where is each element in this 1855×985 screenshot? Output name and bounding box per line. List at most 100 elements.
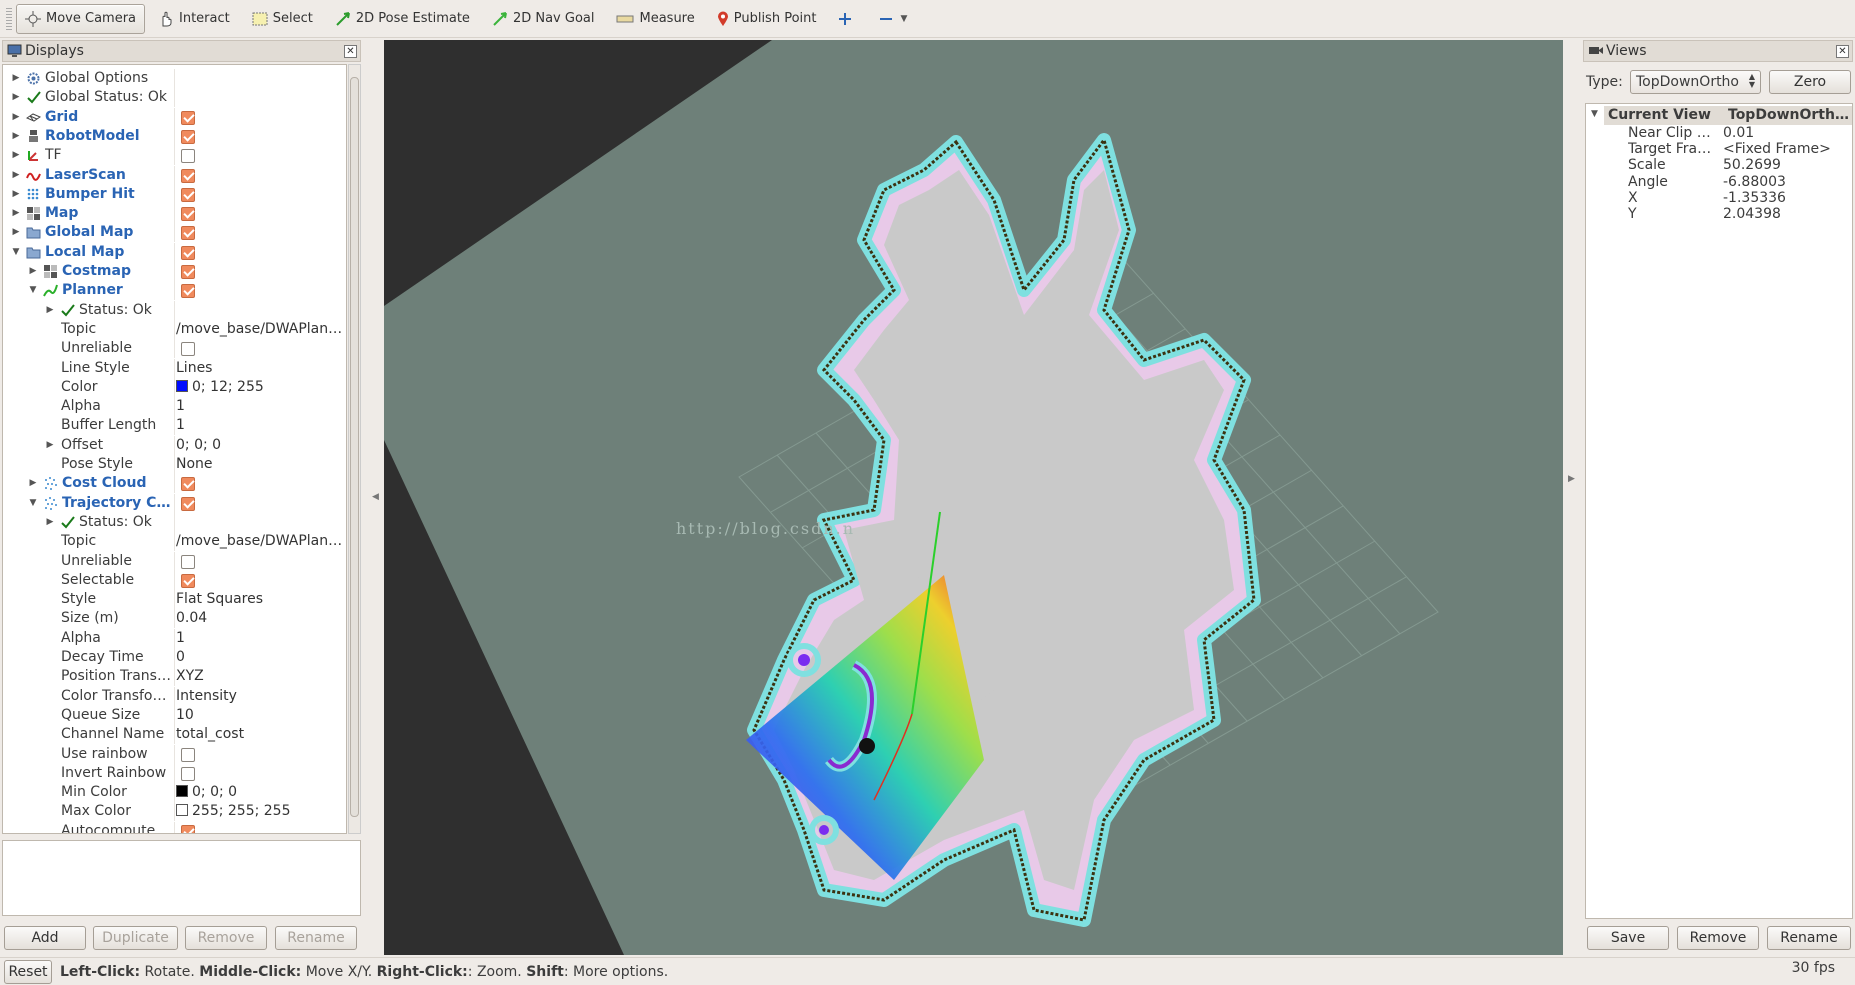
displays-scrollbar[interactable] <box>348 64 361 834</box>
enable-checkbox[interactable] <box>181 573 195 588</box>
display-row[interactable]: Line Style Lines <box>3 358 346 378</box>
display-row[interactable]: Size (m) 0.04 <box>3 609 346 629</box>
display-value[interactable]: /move_base/DWAPlannerROS/trajectory_clou… <box>176 532 344 551</box>
color-swatch[interactable] <box>176 379 188 392</box>
pose-estimate-button[interactable]: 2D Pose Estimate <box>326 4 479 34</box>
display-row[interactable]: Color 0; 12; 255 <box>3 377 346 397</box>
display-row[interactable]: ▼ Local Map <box>3 242 346 262</box>
display-row[interactable]: ▶ Cost Cloud <box>3 474 346 494</box>
close-icon[interactable]: ✕ <box>1836 45 1849 58</box>
display-row[interactable]: Unreliable <box>3 551 346 571</box>
toolbar-grip[interactable] <box>6 7 12 30</box>
displays-tree[interactable]: ▶ Global Options ▶ Global Status: Ok ▶ Grid ▶ R… <box>2 64 347 834</box>
color-swatch[interactable] <box>176 785 188 798</box>
expand-arrow-icon[interactable]: ▶ <box>11 69 21 88</box>
display-row[interactable]: Invert Rainbow <box>3 763 346 783</box>
display-row[interactable]: Min Color 0; 0; 0 <box>3 783 346 803</box>
display-value[interactable]: /move_base/DWAPlannerROS/local_plan <box>176 320 344 339</box>
expand-arrow-icon[interactable]: ▶ <box>11 185 21 204</box>
display-row[interactable]: ▶ Global Map <box>3 223 346 243</box>
display-row[interactable]: ▶ Map <box>3 204 346 224</box>
display-row[interactable]: ▶ RobotModel <box>3 126 346 146</box>
display-row[interactable]: Decay Time 0 <box>3 648 346 667</box>
expand-arrow-icon[interactable]: ▶ <box>11 223 21 242</box>
display-row[interactable]: ▶ Status: Ok <box>3 512 346 532</box>
display-row[interactable]: ▶ TF <box>3 146 346 166</box>
display-row[interactable]: ▶ LaserScan <box>3 165 346 185</box>
enable-checkbox[interactable] <box>181 207 195 222</box>
scroll-thumb[interactable] <box>350 77 359 817</box>
display-value[interactable]: 255; 255; 255 <box>176 802 344 821</box>
view-properties[interactable]: ▼ Current View TopDownOrtho (rviz) Near … <box>1585 103 1853 919</box>
display-row[interactable]: Pose Style None <box>3 455 346 474</box>
display-value[interactable]: 1 <box>176 629 344 648</box>
remove-display-button[interactable]: Remove <box>185 926 267 950</box>
display-value[interactable]: 10 <box>176 706 344 725</box>
measure-button[interactable]: Measure <box>607 4 703 34</box>
display-row[interactable]: ▶ Bumper Hit <box>3 184 346 204</box>
enable-checkbox[interactable] <box>181 226 195 241</box>
display-value[interactable]: total_cost <box>176 725 344 744</box>
display-row[interactable]: Alpha 1 <box>3 397 346 417</box>
enable-checkbox[interactable] <box>181 284 195 299</box>
left-splitter-arrow-icon[interactable]: ◀ <box>372 492 379 502</box>
remove-tool-button[interactable]: ▼ <box>870 4 916 34</box>
enable-checkbox[interactable] <box>181 149 195 164</box>
expand-arrow-icon[interactable]: ▶ <box>45 513 55 532</box>
move-camera-button[interactable]: Move Camera <box>16 3 146 34</box>
close-icon[interactable]: ✕ <box>344 45 357 58</box>
current-view-row[interactable]: ▼ Current View TopDownOrtho (rviz) <box>1586 105 1852 125</box>
display-row[interactable]: Channel Name total_cost <box>3 725 346 745</box>
display-value[interactable]: Lines <box>176 359 344 378</box>
expand-arrow-icon[interactable]: ▶ <box>11 166 21 185</box>
collapse-arrow-icon[interactable]: ▼ <box>28 281 38 300</box>
display-row[interactable]: Topic/move_base/DWAPlannerROS/trajectory… <box>3 532 346 552</box>
display-row[interactable]: Queue Size 10 <box>3 705 346 725</box>
display-row[interactable]: Position Transformer XYZ <box>3 667 346 687</box>
display-value[interactable]: 0 <box>176 648 344 667</box>
right-splitter-arrow-icon[interactable]: ▶ <box>1568 474 1575 484</box>
display-row[interactable]: Style Flat Squares <box>3 590 346 610</box>
enable-checkbox[interactable] <box>181 110 195 125</box>
enable-checkbox[interactable] <box>181 747 195 762</box>
zero-button[interactable]: Zero <box>1769 70 1851 94</box>
display-value[interactable]: 1 <box>176 397 344 416</box>
display-value[interactable]: 1 <box>176 416 344 435</box>
3d-viewport[interactable]: http://blog.csdn.n <box>384 40 1563 955</box>
enable-checkbox[interactable] <box>181 168 195 183</box>
display-row[interactable]: ▶ Grid <box>3 107 346 127</box>
remove-view-button[interactable]: Remove <box>1677 926 1759 950</box>
enable-checkbox[interactable] <box>181 245 195 260</box>
display-value[interactable]: Flat Squares <box>176 590 344 609</box>
expand-arrow-icon[interactable]: ▶ <box>28 262 38 281</box>
collapse-arrow-icon[interactable]: ▼ <box>11 243 21 262</box>
enable-checkbox[interactable] <box>181 477 195 492</box>
expand-arrow-icon[interactable]: ▶ <box>11 204 21 223</box>
display-row[interactable]: Selectable <box>3 570 346 590</box>
save-view-button[interactable]: Save <box>1587 926 1669 950</box>
reset-button[interactable]: Reset <box>4 960 52 984</box>
display-row[interactable]: Max Color 255; 255; 255 <box>3 802 346 822</box>
display-row[interactable]: Use rainbow <box>3 744 346 764</box>
add-tool-button[interactable] <box>829 4 866 34</box>
display-row[interactable]: Unreliable <box>3 339 346 359</box>
expand-arrow-icon[interactable]: ▶ <box>45 436 55 455</box>
display-value[interactable]: 0.04 <box>176 609 344 628</box>
publish-point-button[interactable]: Publish Point <box>708 4 826 34</box>
enable-checkbox[interactable] <box>181 496 195 511</box>
display-row[interactable]: Color Transformer Intensity <box>3 686 346 706</box>
display-row[interactable]: ▶ Status: Ok <box>3 300 346 320</box>
display-value[interactable]: 0; 0; 0 <box>176 783 344 802</box>
expand-arrow-icon[interactable]: ▶ <box>11 146 21 165</box>
display-row[interactable]: ▼ Planner <box>3 281 346 301</box>
display-row[interactable]: ▶ Global Status: Ok <box>3 88 346 108</box>
expand-arrow-icon[interactable]: ▶ <box>11 88 21 107</box>
display-row[interactable]: Alpha 1 <box>3 628 346 648</box>
view-type-select[interactable]: TopDownOrtho ▲ ▼ <box>1630 70 1761 94</box>
enable-checkbox[interactable] <box>181 265 195 279</box>
color-swatch[interactable] <box>176 804 188 817</box>
expand-arrow-icon[interactable]: ▶ <box>11 127 21 146</box>
collapse-arrow-icon[interactable]: ▼ <box>28 494 38 513</box>
display-row[interactable]: ▶ Global Options <box>3 69 346 88</box>
display-row[interactable]: Topic/move_base/DWAPlannerROS/local_plan <box>3 319 346 339</box>
